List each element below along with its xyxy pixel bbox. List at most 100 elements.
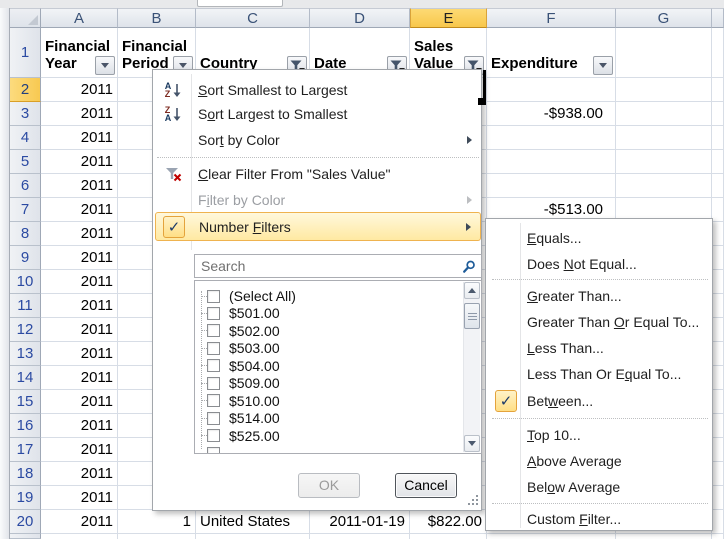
cell-A10[interactable]: 2011 xyxy=(41,270,118,294)
menu-item-number-filters[interactable]: Number Filters✓ xyxy=(155,212,481,241)
submenu-item-greater-than[interactable]: Greater Than... xyxy=(488,283,712,309)
checklist-item-502-00[interactable]: $502.00 xyxy=(195,322,445,340)
row-header-5[interactable]: 5 xyxy=(10,150,41,174)
submenu-item-top-10[interactable]: Top 10... xyxy=(488,422,712,448)
column-header-A[interactable]: A xyxy=(41,8,118,28)
cell-A7[interactable]: 2011 xyxy=(41,198,118,222)
filter-button-financial-year[interactable] xyxy=(95,56,115,75)
field-header-financial-year[interactable]: Financial Year xyxy=(41,28,118,78)
field-header-expenditure[interactable]: Expenditure xyxy=(487,28,616,78)
menu-item-clear-filter-from-sales-value[interactable]: Clear Filter From "Sales Value" xyxy=(155,161,481,187)
submenu-item-greater-than-or-equal-to[interactable]: Greater Than Or Equal To... xyxy=(488,309,712,335)
cell-E20[interactable]: $822.00 xyxy=(410,510,487,534)
cell-A18[interactable]: 2011 xyxy=(41,462,118,486)
cell-A2[interactable]: 2011 xyxy=(41,78,118,102)
checkbox-unchecked[interactable] xyxy=(207,394,220,407)
cell-A8[interactable]: 2011 xyxy=(41,222,118,246)
cell-A19[interactable]: 2011 xyxy=(41,486,118,510)
submenu-item-less-than[interactable]: Less Than... xyxy=(488,335,712,361)
submenu-item-below-average[interactable]: Below Average xyxy=(488,474,712,500)
column-header-G[interactable]: G xyxy=(616,8,712,28)
checklist-item-503-00[interactable]: $503.00 xyxy=(195,339,445,357)
cell-H7[interactable] xyxy=(712,198,724,222)
cell-G4[interactable] xyxy=(616,126,712,150)
cell-H15[interactable] xyxy=(712,390,724,414)
row-header-19[interactable]: 19 xyxy=(10,486,41,510)
cell-H12[interactable] xyxy=(712,318,724,342)
row-header-15[interactable]: 15 xyxy=(10,390,41,414)
column-header-D[interactable]: D xyxy=(310,8,410,28)
checkbox-unchecked[interactable] xyxy=(207,342,220,355)
cell-F2[interactable] xyxy=(487,78,616,102)
header-cell-G[interactable] xyxy=(616,28,712,78)
column-header-E[interactable]: E xyxy=(410,8,487,28)
filter-values-list[interactable]: (Select All)$501.00$502.00$503.00$504.00… xyxy=(194,280,482,454)
row-header-2[interactable]: 2 xyxy=(10,78,41,102)
cell-H10[interactable] xyxy=(712,270,724,294)
row-header-18[interactable]: 18 xyxy=(10,462,41,486)
active-cell-fill-handle[interactable] xyxy=(478,98,486,105)
scrollbar[interactable] xyxy=(463,282,480,452)
checklist-item-509-00[interactable]: $509.00 xyxy=(195,374,445,392)
checkbox-unchecked[interactable] xyxy=(207,324,220,337)
checkbox-unchecked[interactable] xyxy=(207,412,220,425)
cell-A13[interactable]: 2011 xyxy=(41,342,118,366)
cell-A15[interactable]: 2011 xyxy=(41,390,118,414)
cell-H18[interactable] xyxy=(712,462,724,486)
cell-A20[interactable]: 2011 xyxy=(41,510,118,534)
cell-D20[interactable]: 2011-01-19 xyxy=(310,510,410,534)
cell-H20[interactable] xyxy=(712,510,724,534)
cell-A17[interactable]: 2011 xyxy=(41,438,118,462)
cell-A6[interactable]: 2011 xyxy=(41,174,118,198)
cell-H14[interactable] xyxy=(712,366,724,390)
column-header-C[interactable]: C xyxy=(196,8,310,28)
row-header-partial[interactable] xyxy=(10,534,41,539)
cell-G3[interactable] xyxy=(616,102,712,126)
checklist-item-510-00[interactable]: $510.00 xyxy=(195,392,445,410)
row-header-17[interactable]: 17 xyxy=(10,438,41,462)
cell-H8[interactable] xyxy=(712,222,724,246)
cell-H16[interactable] xyxy=(712,414,724,438)
submenu-item-between[interactable]: Between...✓ xyxy=(488,387,712,415)
checkbox-unchecked[interactable] xyxy=(207,290,220,303)
row-header-11[interactable]: 11 xyxy=(10,294,41,318)
column-header-B[interactable]: B xyxy=(118,8,196,28)
row-header-4[interactable]: 4 xyxy=(10,126,41,150)
submenu-item-does-not-equal[interactable]: Does Not Equal... xyxy=(488,251,712,277)
cell-G6[interactable] xyxy=(616,174,712,198)
cell-F5[interactable] xyxy=(487,150,616,174)
cell-H13[interactable] xyxy=(712,342,724,366)
menu-item-sort-largest-to-smallest[interactable]: Sort Largest to SmallestZA xyxy=(155,102,481,126)
cell-G5[interactable] xyxy=(616,150,712,174)
search-box[interactable] xyxy=(194,254,482,278)
cell-F3[interactable]: -$938.00 xyxy=(487,102,616,126)
filter-button-expenditure[interactable] xyxy=(593,56,613,75)
cell-H9[interactable] xyxy=(712,246,724,270)
cell-A9[interactable]: 2011 xyxy=(41,246,118,270)
cell-F6[interactable] xyxy=(487,174,616,198)
row-header-6[interactable]: 6 xyxy=(10,174,41,198)
cell-H5[interactable] xyxy=(712,150,724,174)
checkbox-unchecked[interactable] xyxy=(207,429,220,442)
row-header-9[interactable]: 9 xyxy=(10,246,41,270)
row-header-20[interactable]: 20 xyxy=(10,510,41,534)
cell-B20[interactable]: 1 xyxy=(118,510,196,534)
cell-A4[interactable]: 2011 xyxy=(41,126,118,150)
select-all-corner[interactable] xyxy=(10,8,41,28)
row-header-8[interactable]: 8 xyxy=(10,222,41,246)
scrollbar-down-button[interactable] xyxy=(464,435,480,452)
cell-F4[interactable] xyxy=(487,126,616,150)
checkbox-unchecked[interactable] xyxy=(207,307,220,320)
row-header-3[interactable]: 3 xyxy=(10,102,41,126)
cell-H19[interactable] xyxy=(712,486,724,510)
row-header-1[interactable]: 1 xyxy=(10,28,41,78)
checkbox-unchecked[interactable] xyxy=(207,377,220,390)
submenu-item-above-average[interactable]: Above Average xyxy=(488,448,712,474)
checklist-item-514-00[interactable]: $514.00 xyxy=(195,409,445,427)
checklist-item-504-00[interactable]: $504.00 xyxy=(195,357,445,375)
cell-C20[interactable]: United States xyxy=(196,510,310,534)
resize-grip[interactable] xyxy=(466,495,478,507)
cell-H2[interactable] xyxy=(712,78,724,102)
checklist-item-501-00[interactable]: $501.00 xyxy=(195,304,445,322)
column-header-F[interactable]: F xyxy=(487,8,616,28)
